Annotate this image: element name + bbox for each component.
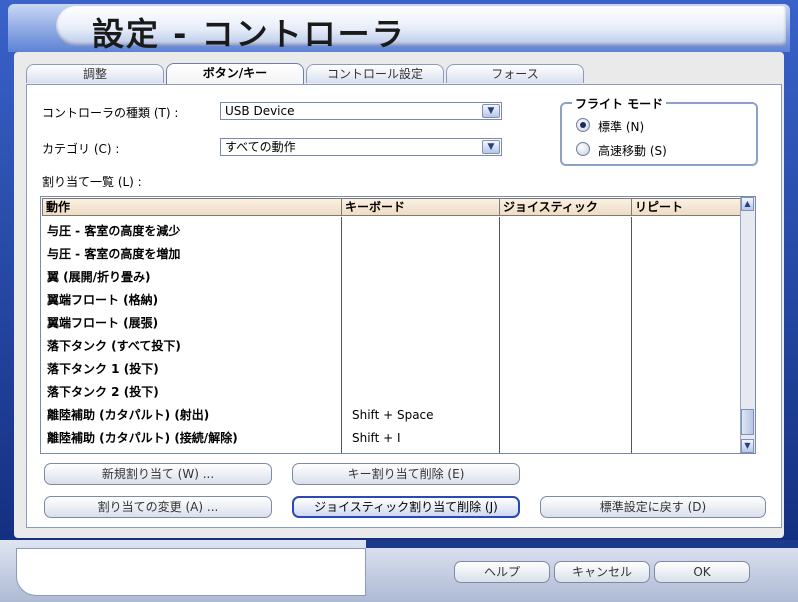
table-header: 動作 キーボード ジョイスティック リピート	[41, 197, 743, 217]
ok-button[interactable]: OK	[654, 561, 750, 583]
table-row[interactable]: 翼端フロート (格納)	[41, 289, 743, 312]
column-header-keyboard[interactable]: キーボード	[341, 198, 500, 216]
table-row[interactable]: 与圧 - 客室の高度を増加	[41, 243, 743, 266]
column-header-repeat[interactable]: リピート	[631, 198, 742, 216]
table-row[interactable]: 与圧 - 客室の高度を減少	[41, 220, 743, 243]
delete-joystick-assign-button[interactable]: ジョイスティック割り当て削除 (J)	[292, 496, 520, 518]
action-cell: 離陸補助 (カタパルト) (射出)	[47, 408, 210, 422]
scroll-thumb[interactable]	[741, 409, 754, 435]
reset-default-button[interactable]: 標準設定に戻す (D)	[540, 496, 766, 518]
tab-control-settings[interactable]: コントロール設定	[306, 64, 444, 83]
category-value: すべての動作	[225, 140, 296, 154]
action-cell: 離陸補助 (カタパルト) (接続/解除)	[47, 431, 238, 445]
column-header-action[interactable]: 動作	[42, 198, 342, 216]
assignments-label: 割り当て一覧 (L) :	[42, 175, 142, 189]
action-cell: 与圧 - 客室の高度を減少	[47, 224, 181, 238]
help-button[interactable]: ヘルプ	[454, 561, 550, 583]
scroll-up-icon[interactable]: ▲	[741, 197, 754, 211]
tab-force[interactable]: フォース	[446, 64, 584, 83]
radio-standard[interactable]	[576, 118, 590, 132]
delete-key-assign-button[interactable]: キー割り当て削除 (E)	[292, 463, 520, 485]
cancel-button[interactable]: キャンセル	[554, 561, 650, 583]
action-cell: 落下タンク (すべて投下)	[47, 339, 181, 353]
flight-mode-title: フライト モード	[572, 95, 667, 112]
table-row[interactable]: 落下タンク (すべて投下)	[41, 335, 743, 358]
table-row[interactable]: 離陸補助 (カタパルト) (射出) Shift + Space	[41, 404, 743, 427]
action-cell: 翼 (展開/折り畳み)	[47, 270, 151, 284]
category-select[interactable]: すべての動作 ▼	[220, 138, 502, 156]
table-row[interactable]: 離陸補助 (カタパルト) (接続/解除) Shift + I	[41, 427, 743, 450]
action-cell: 翼端フロート (格納)	[47, 293, 159, 307]
radio-standard-label[interactable]: 標準 (N)	[598, 118, 644, 135]
column-header-joystick[interactable]: ジョイスティック	[499, 198, 632, 216]
tab-adjust[interactable]: 調整	[26, 64, 164, 83]
flight-mode-group: フライト モード 標準 (N) 高速移動 (S)	[560, 95, 758, 166]
bottom-divider	[366, 540, 798, 548]
radio-fast-travel[interactable]	[576, 142, 590, 156]
action-cell: 翼端フロート (展張)	[47, 316, 159, 330]
controller-type-value: USB Device	[225, 104, 295, 118]
radio-fast-travel-label[interactable]: 高速移動 (S)	[598, 142, 667, 159]
table-row[interactable]: 翼 (展開/折り畳み)	[41, 266, 743, 289]
table-row[interactable]: 翼端フロート (展張)	[41, 312, 743, 335]
new-assign-button[interactable]: 新規割り当て (W) ...	[44, 463, 272, 485]
action-cell: 落下タンク 2 (投下)	[47, 385, 159, 399]
window-title: 設定 - コントローラ	[92, 15, 406, 53]
action-cell: 落下タンク 1 (投下)	[47, 362, 159, 376]
keyboard-cell: Shift + Space	[352, 408, 434, 422]
assignment-table: 動作 キーボード ジョイスティック リピート 与圧 - 客室の高度を減少 与圧 …	[40, 196, 756, 454]
change-assign-button[interactable]: 割り当ての変更 (A) ...	[44, 496, 272, 518]
table-row[interactable]: 落下タンク 1 (投下)	[41, 358, 743, 381]
chevron-down-icon[interactable]: ▼	[482, 104, 500, 118]
tab-buttons-keys[interactable]: ボタン/キー	[166, 63, 304, 84]
table-scrollbar[interactable]: ▲ ▼	[740, 197, 755, 453]
controller-type-label: コントローラの種類 (T) :	[42, 106, 179, 120]
chevron-down-icon[interactable]: ▼	[482, 140, 500, 154]
action-cell: 与圧 - 客室の高度を増加	[47, 247, 181, 261]
scroll-down-icon[interactable]: ▼	[741, 439, 754, 453]
category-label: カテゴリ (C) :	[42, 142, 120, 156]
status-panel	[16, 548, 366, 596]
keyboard-cell: Shift + I	[352, 431, 401, 445]
controller-type-select[interactable]: USB Device ▼	[220, 102, 502, 120]
table-row[interactable]: 落下タンク 2 (投下)	[41, 381, 743, 404]
